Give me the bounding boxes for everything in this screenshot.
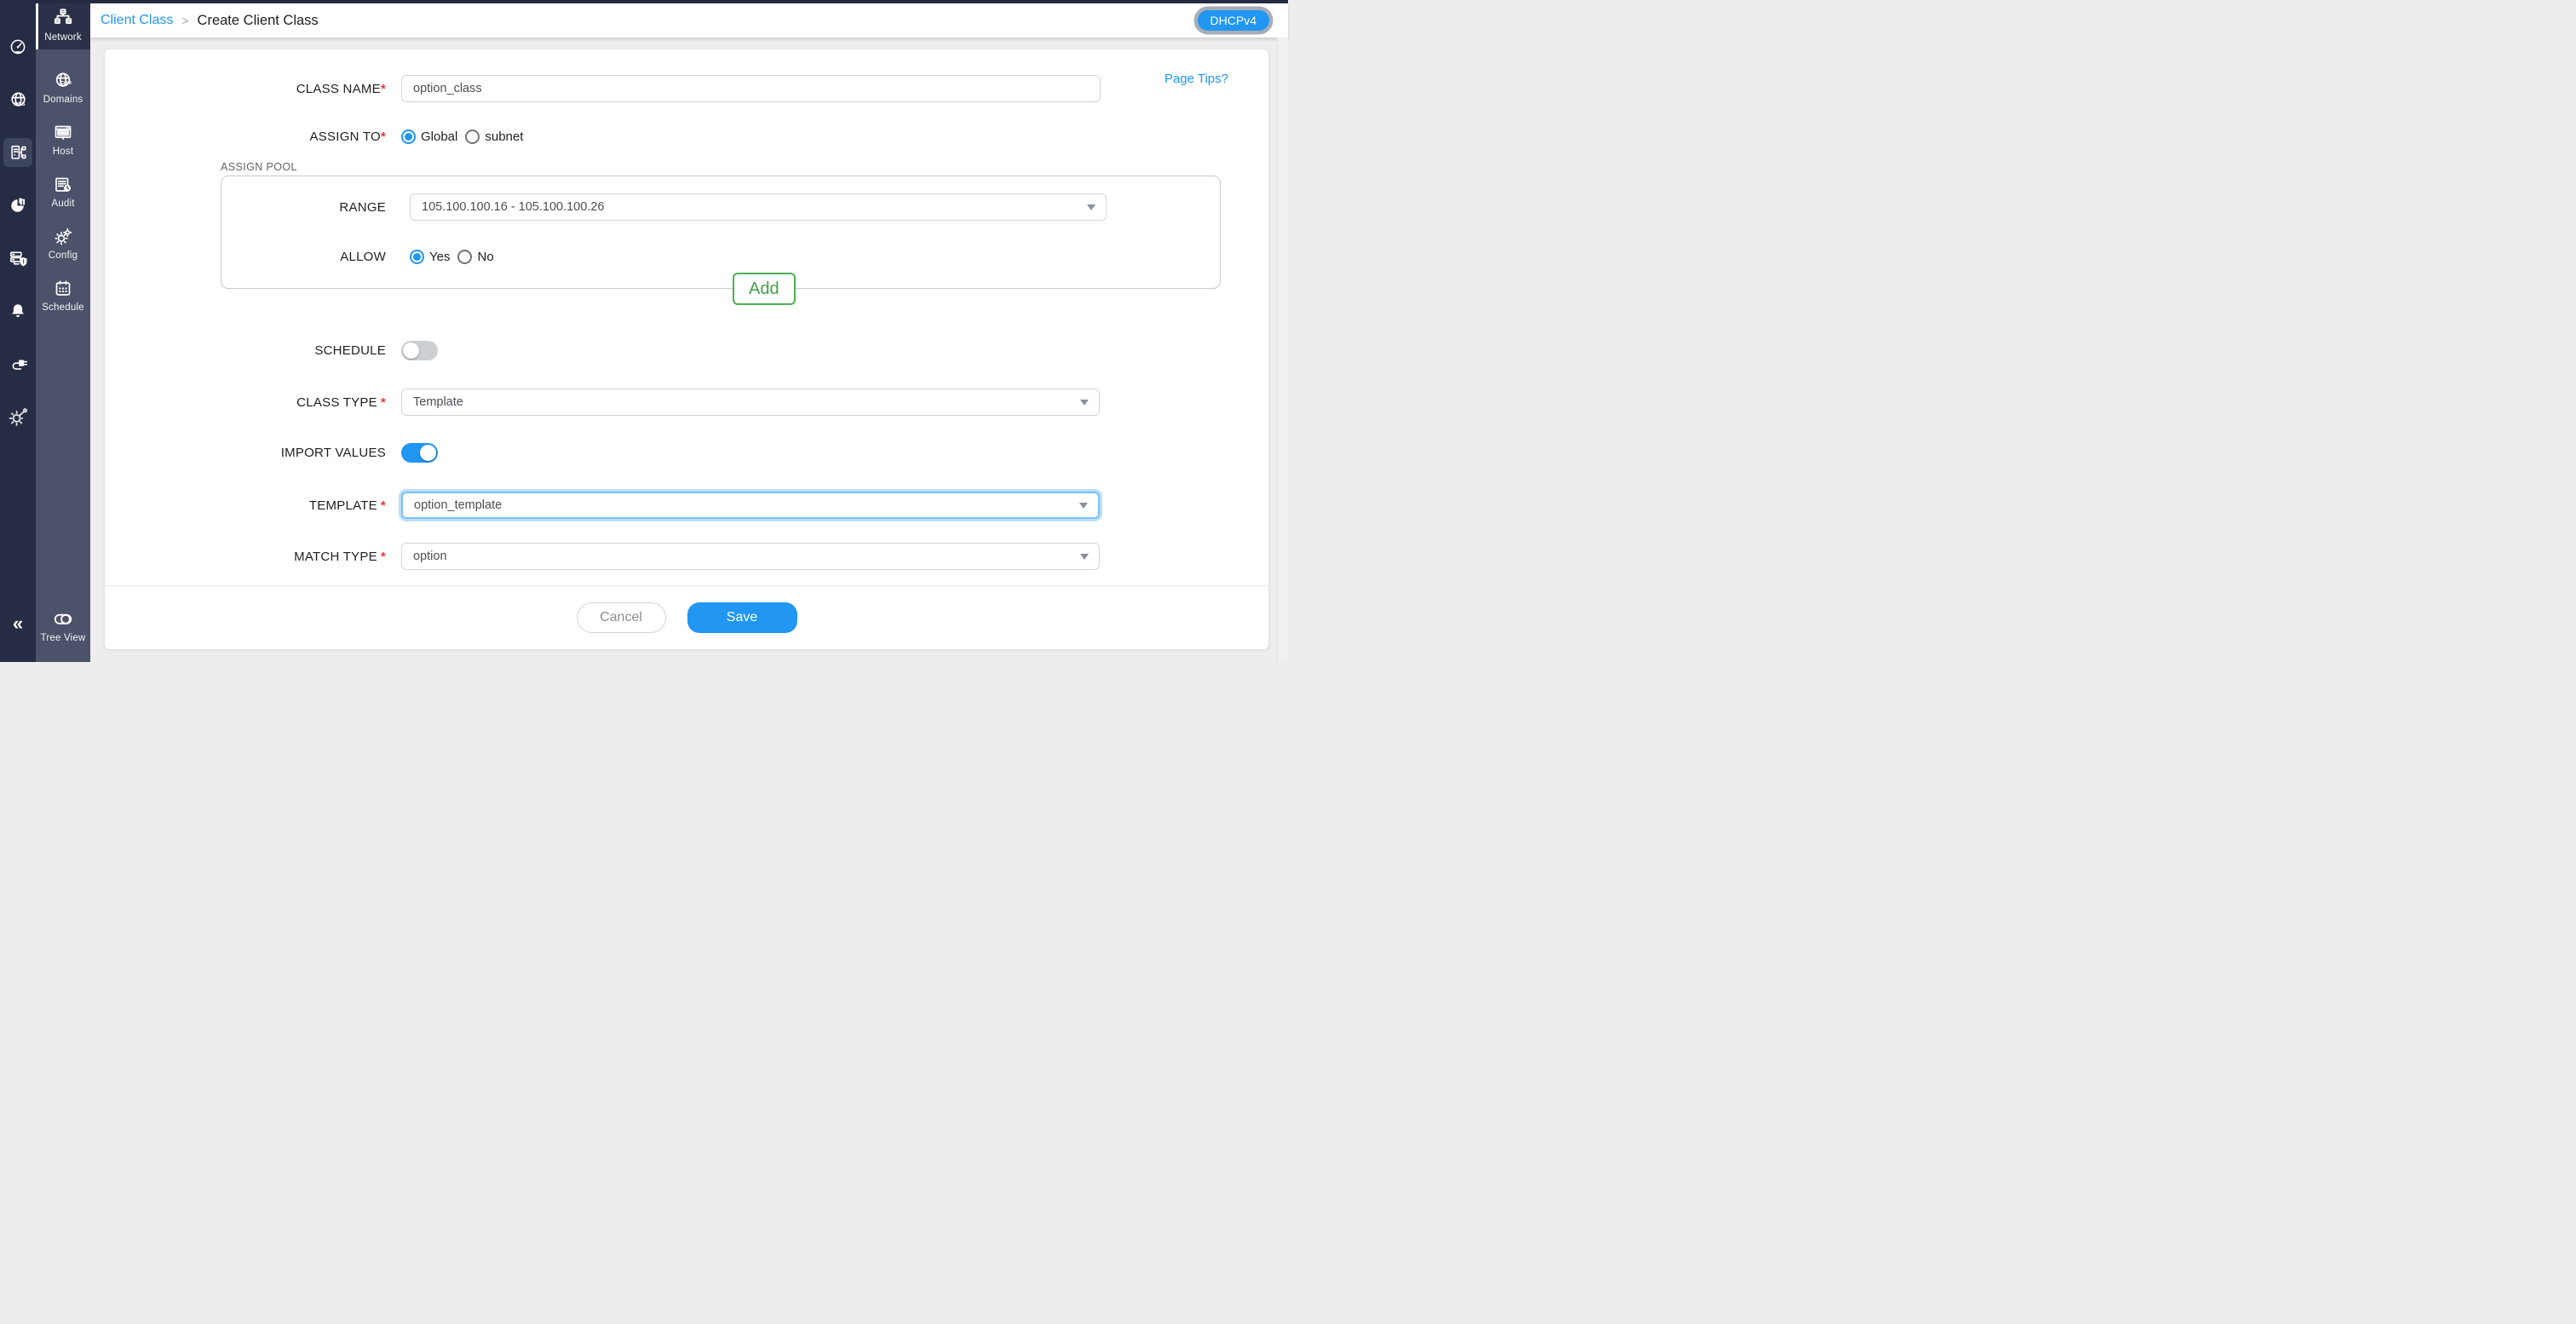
- svg-text:COM: COM: [60, 81, 72, 86]
- sidebar-item-label: Tree View: [41, 633, 86, 643]
- sidebar-item-audit[interactable]: Audit: [36, 165, 90, 217]
- allow-radio-group: Yes No: [410, 250, 494, 264]
- top-bar: Client Class > Create Client Class DHCPv…: [90, 3, 1288, 37]
- sidebar-item-config[interactable]: Config: [36, 217, 90, 269]
- allow-yes-option[interactable]: Yes: [410, 250, 450, 264]
- required-marker: *: [381, 82, 386, 96]
- class-name-input[interactable]: [401, 75, 1101, 102]
- tree-view-toggle-icon: [52, 607, 74, 630]
- breadcrumb: Client Class > Create Client Class: [90, 13, 319, 29]
- sidebar-item-host[interactable]: Host: [36, 113, 90, 165]
- dashboard-gauge-icon[interactable]: [8, 37, 28, 57]
- import-values-label: IMPORT VALUES: [105, 446, 386, 460]
- class-type-select[interactable]: Template: [401, 389, 1100, 416]
- sidebar-item-label: Domains: [43, 95, 83, 105]
- breadcrumb-client-class-link[interactable]: Client Class: [101, 13, 173, 28]
- template-label: TEMPLATE*: [105, 498, 386, 513]
- server-shield-icon[interactable]: !: [8, 248, 28, 268]
- form-actions: Cancel Save: [105, 602, 1268, 633]
- assign-pool-legend: ASSIGN POOL: [221, 161, 297, 173]
- breadcrumb-separator: >: [181, 14, 188, 27]
- svg-text:!: !: [22, 258, 24, 265]
- required-marker: *: [381, 130, 386, 144]
- range-label: RANGE: [221, 200, 386, 215]
- sidebar-item-label: Host: [53, 147, 73, 157]
- radio-yes[interactable]: [410, 250, 424, 264]
- icon-rail: DNS ! «: [0, 0, 36, 662]
- dhcp-version-badge[interactable]: DHCPv4: [1198, 10, 1269, 31]
- integrations-plug-icon[interactable]: [8, 354, 28, 374]
- config-gears-icon: [53, 227, 73, 247]
- match-type-label: MATCH TYPE*: [105, 550, 386, 564]
- template-select[interactable]: option_template: [401, 492, 1100, 519]
- chevron-down-icon: [1079, 503, 1088, 509]
- toggle-knob: [420, 445, 436, 461]
- sidebar-item-label: Audit: [51, 199, 74, 209]
- assign-to-radio-group: Global subnet: [401, 130, 523, 144]
- notifications-bell-icon[interactable]: [8, 301, 28, 321]
- schedule-label: SCHEDULE: [105, 343, 386, 358]
- class-type-label: CLASS TYPE*: [105, 395, 386, 410]
- stats-pie-icon[interactable]: [8, 195, 28, 216]
- class-name-label: CLASS NAME*: [105, 82, 386, 96]
- radio-global[interactable]: [401, 130, 416, 144]
- footer-divider: [105, 585, 1268, 586]
- radio-no[interactable]: [457, 250, 472, 264]
- svg-text:DNS: DNS: [14, 101, 25, 106]
- assign-to-global-option[interactable]: Global: [401, 130, 457, 144]
- content-area: Page Tips? CLASS NAME* ASSIGN TO* Global…: [90, 37, 1288, 662]
- required-marker: *: [381, 395, 386, 410]
- assign-to-label: ASSIGN TO*: [105, 130, 386, 144]
- match-type-select[interactable]: option: [401, 543, 1100, 570]
- assign-pool-fieldset: RANGE 105.100.100.16 - 105.100.100.26 AL…: [221, 176, 1221, 289]
- range-select[interactable]: 105.100.100.16 - 105.100.100.26: [410, 193, 1107, 221]
- dns-globe-icon[interactable]: DNS: [8, 89, 28, 110]
- save-button[interactable]: Save: [687, 602, 797, 633]
- radio-subnet[interactable]: [465, 130, 480, 144]
- allow-no-option[interactable]: No: [457, 250, 493, 264]
- toggle-knob: [403, 343, 419, 359]
- page-title: Create Client Class: [198, 13, 319, 29]
- ipam-document-network-icon[interactable]: [3, 138, 32, 167]
- domains-globe-com-icon: COM: [53, 71, 73, 91]
- chevron-down-icon: [1080, 400, 1089, 406]
- schedule-toggle[interactable]: [401, 341, 438, 360]
- schedule-calendar-icon: [53, 279, 73, 299]
- window-top-strip: [0, 0, 1288, 3]
- sidebar-item-label: Network: [44, 32, 82, 43]
- sidebar-item-schedule[interactable]: Schedule: [36, 269, 90, 321]
- add-pool-button[interactable]: Add: [733, 273, 796, 305]
- create-client-class-card: Page Tips? CLASS NAME* ASSIGN TO* Global…: [105, 49, 1268, 649]
- scrollbar-track[interactable]: [1277, 37, 1288, 662]
- collapse-sidebar-chevrons[interactable]: «: [13, 614, 23, 633]
- allow-label: ALLOW: [221, 250, 386, 264]
- sidebar-item-label: Config: [49, 250, 78, 261]
- host-window-icon: [53, 123, 73, 143]
- cancel-button[interactable]: Cancel: [577, 602, 666, 633]
- chevron-down-icon: [1087, 204, 1095, 210]
- assign-to-subnet-option[interactable]: subnet: [465, 130, 523, 144]
- settings-gear-wrench-icon[interactable]: [8, 406, 28, 427]
- sidebar-item-domains[interactable]: COM Domains: [36, 61, 90, 113]
- audit-log-clock-icon: [53, 175, 73, 195]
- required-marker: *: [381, 498, 386, 513]
- sidebar-item-network[interactable]: Network: [36, 0, 90, 49]
- required-marker: *: [381, 550, 386, 564]
- sidebar-item-label: Schedule: [42, 302, 84, 313]
- network-topology-icon: [52, 7, 74, 29]
- chevron-down-icon: [1080, 554, 1089, 560]
- import-values-toggle[interactable]: [401, 443, 438, 463]
- sidebar-item-tree-view[interactable]: Tree View: [36, 607, 90, 662]
- module-sidebar: Network COM Domains Host Audit Config: [36, 0, 90, 662]
